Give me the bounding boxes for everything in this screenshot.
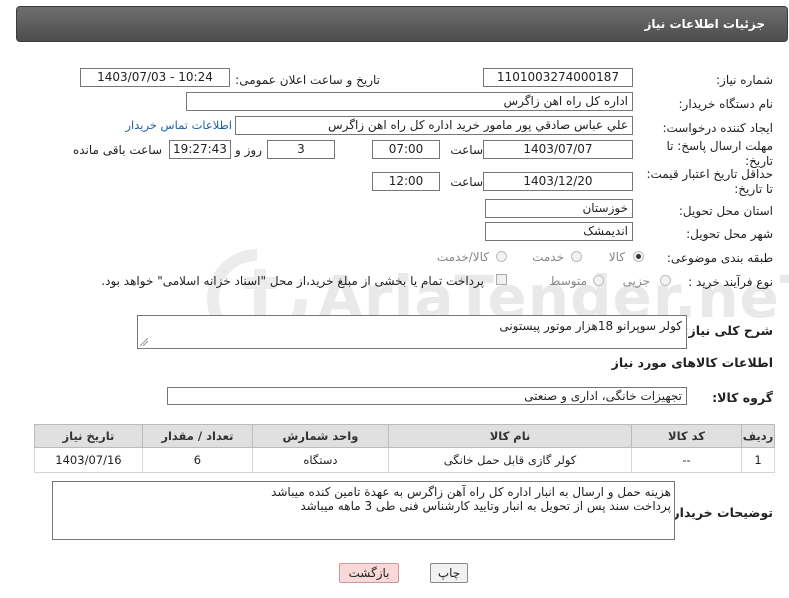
goods-section-title: اطلاعات کالاهای مورد نیاز: [611, 355, 773, 370]
goods-group-field: تجهیزات خانگی، اداری و صنعتی: [167, 387, 687, 405]
remaining-time-field: 19:27:43: [169, 140, 231, 159]
description-text: کولر سوپرانو 18هزار موتور پیستونی: [499, 319, 682, 333]
price-validity-time-field: 12:00: [372, 172, 440, 191]
requester-label: ایجاد کننده درخواست:: [662, 121, 773, 135]
col-header-unit: واحد شمارش: [251, 424, 390, 448]
process-medium-radio[interactable]: [593, 275, 604, 286]
back-button[interactable]: بازگشت: [339, 563, 399, 583]
category-goods-label: کالا: [608, 250, 625, 264]
cell-quantity: 6: [141, 447, 253, 473]
days-remaining-field: 3: [267, 140, 335, 159]
need-number-label: شماره نیاز:: [716, 73, 773, 87]
city-field: اندیمشک: [485, 222, 633, 241]
reply-time-label: ساعت: [450, 143, 483, 157]
col-header-name: نام کالا: [388, 424, 632, 448]
category-service-radio[interactable]: [571, 251, 582, 262]
process-type-label: نوع فرآیند خرید :: [688, 275, 773, 289]
category-service-label: خدمت: [532, 250, 564, 264]
goods-group-label: گروه کالا:: [712, 390, 773, 405]
buyer-org-label: نام دستگاه خریدار:: [678, 97, 774, 111]
announce-datetime-label: تاریخ و ساعت اعلان عمومی:: [235, 73, 380, 87]
table-row: 1 -- کولر گازی قابل حمل خانگی دستگاه 6 1…: [34, 447, 776, 473]
price-validity-label: حداقل تاریخ اعتبار قیمت: تا تاریخ:: [646, 167, 773, 196]
col-header-date: تاریخ نیاز: [34, 424, 143, 448]
buyer-contact-link[interactable]: اطلاعات تماس خریدار: [125, 118, 232, 132]
page-title: جزئیات اطلاعات نیاز: [644, 17, 765, 31]
buyer-org-field: اداره کل راه اهن زاگرس: [186, 92, 633, 111]
cell-date: 1403/07/16: [34, 447, 143, 473]
items-table-header: ردیف کد کالا نام کالا واحد شمارش تعداد /…: [34, 424, 776, 448]
cell-code: --: [631, 447, 742, 473]
requester-field: علي عباس صادقي پور مامور خرید اداره کل ر…: [235, 116, 633, 135]
buyer-notes-line-2: پرداخت سند پس از تحویل به انبار وتایید ک…: [300, 499, 671, 513]
items-table-container: ردیف کد کالا نام کالا واحد شمارش تعداد /…: [34, 424, 776, 473]
description-textarea: کولر سوپرانو 18هزار موتور پیستونی: [137, 315, 687, 349]
reply-date-field: 1403/07/07: [483, 140, 633, 159]
need-number-field: 1101003274000187: [483, 68, 633, 87]
days-label: روز و: [235, 143, 262, 157]
category-goods-radio[interactable]: [633, 251, 644, 262]
col-header-code: کد کالا: [631, 424, 742, 448]
province-field: خوزستان: [485, 199, 633, 218]
print-button[interactable]: چاپ: [430, 563, 468, 583]
process-minor-label: جزیی: [622, 274, 650, 288]
description-label: شرح کلی نیاز:: [683, 323, 773, 338]
reply-deadline-label: مهلت ارسال پاسخ: تا تاریخ:: [666, 139, 773, 168]
buyer-notes-label: توضیحات خریدار:: [667, 505, 773, 520]
process-minor-radio[interactable]: [660, 275, 671, 286]
process-medium-label: متوسط: [549, 274, 587, 288]
price-validity-date-field: 1403/12/20: [483, 172, 633, 191]
price-validity-time-label: ساعت: [450, 175, 483, 189]
buyer-notes-textarea: هزینه حمل و ارسال به انبار اداره کل راه …: [52, 481, 675, 540]
city-label: شهر محل تحویل:: [686, 227, 773, 241]
province-label: استان محل تحویل:: [678, 204, 773, 218]
remaining-time-label: ساعت باقی مانده: [72, 143, 162, 157]
announce-datetime-field: 1403/07/03 - 10:24: [80, 68, 230, 87]
treasury-payment-checkbox[interactable]: [496, 274, 507, 285]
buyer-notes-line-1: هزینه حمل و ارسال به انبار اداره کل راه …: [271, 485, 671, 499]
resize-grip-icon[interactable]: [140, 338, 148, 346]
cell-row: 1: [740, 447, 776, 473]
page-header: جزئیات اطلاعات نیاز: [16, 6, 788, 42]
items-table: ردیف کد کالا نام کالا واحد شمارش تعداد /…: [34, 424, 776, 473]
cell-unit: دستگاه: [251, 447, 390, 473]
col-header-quantity: تعداد / مقدار: [141, 424, 253, 448]
reply-time-field: 07:00: [372, 140, 440, 159]
category-goods-service-label: کالا/خدمت: [436, 250, 489, 264]
col-header-row: ردیف: [740, 424, 776, 448]
category-goods-service-radio[interactable]: [496, 251, 507, 262]
cell-name: کولر گازی قابل حمل خانگی: [388, 447, 632, 473]
treasury-payment-note: پرداخت تمام یا بخشی از مبلغ خرید،از محل …: [101, 274, 484, 288]
category-label: طبقه بندی موضوعی:: [666, 251, 773, 265]
